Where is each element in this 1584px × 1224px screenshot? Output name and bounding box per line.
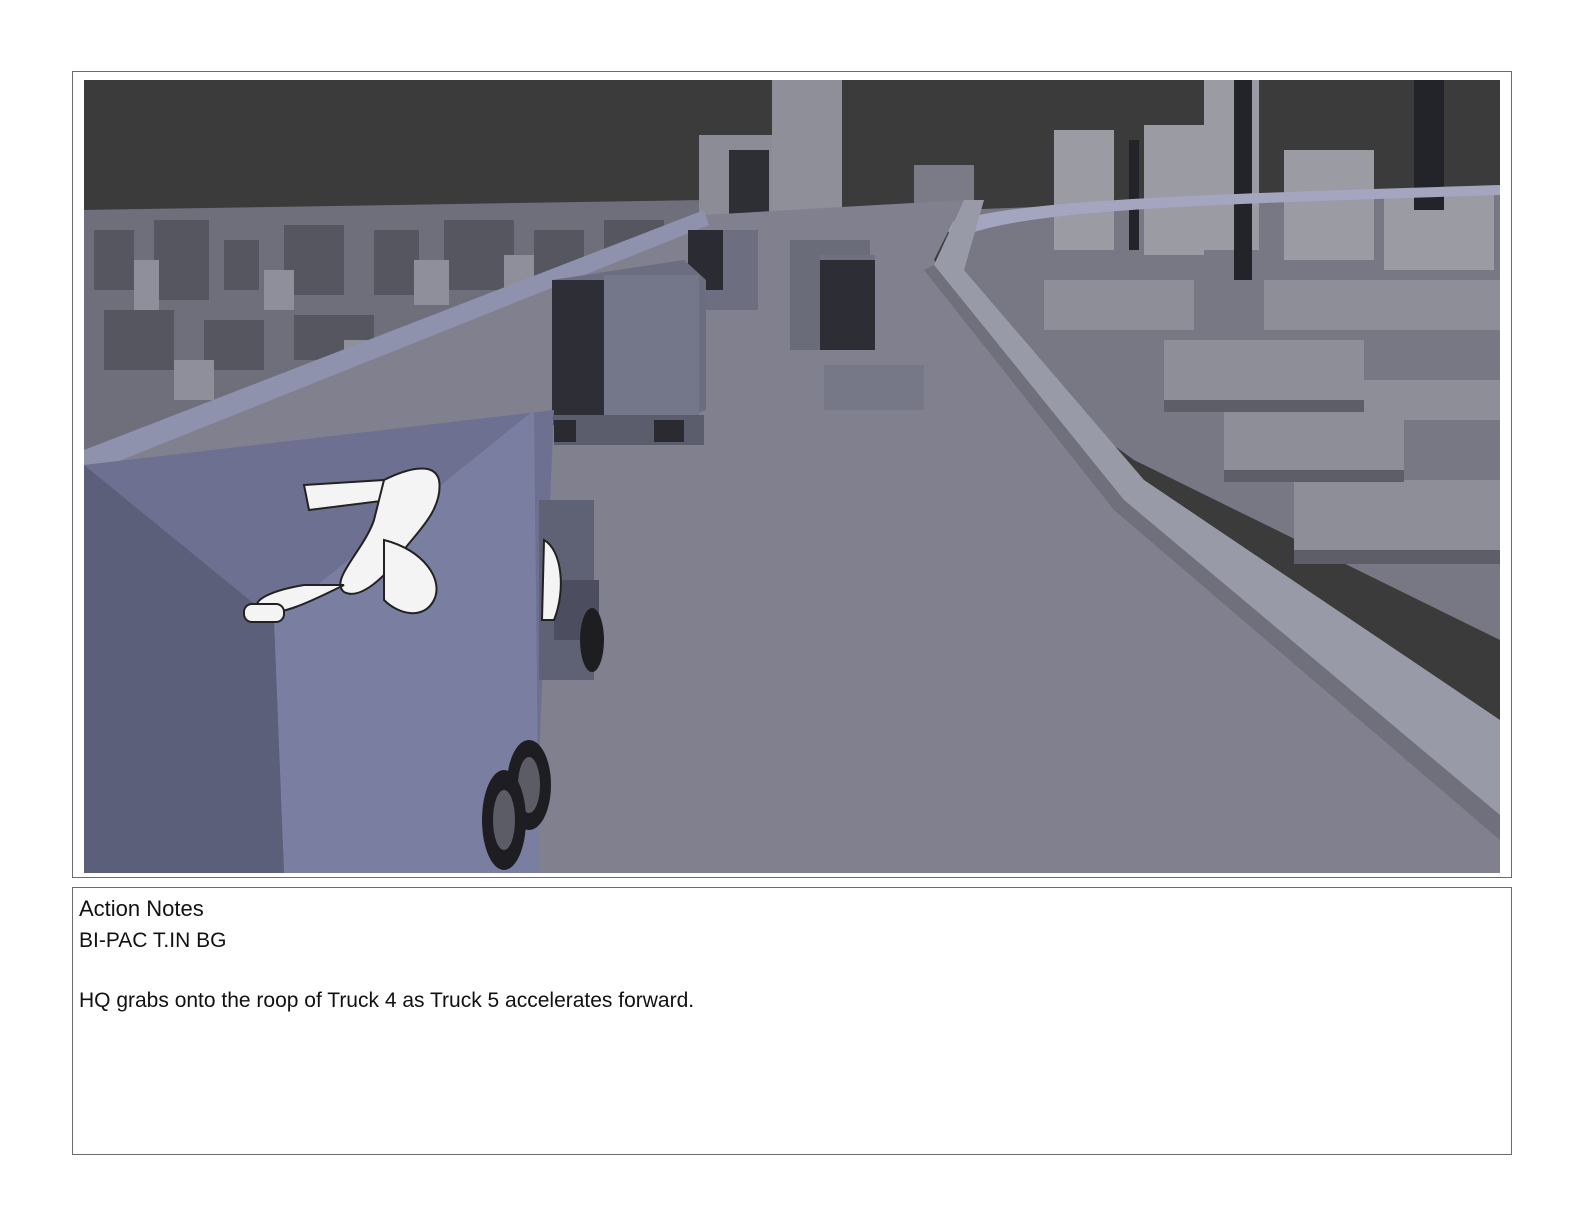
storyboard-panel-image <box>84 80 1500 873</box>
truck-mid <box>552 260 706 445</box>
storyboard-panel-frame <box>72 71 1512 878</box>
highway-truck-scene-illustration <box>84 80 1500 873</box>
action-notes-heading: Action Notes <box>79 896 204 921</box>
tower-b <box>772 80 842 220</box>
action-notes-box: Action Notes BI-PAC T.IN BG HQ grabs ont… <box>72 887 1512 1155</box>
shot-code: BI-PAC T.IN BG <box>79 929 227 952</box>
action-description: HQ grabs onto the roop of Truck 4 as Tru… <box>79 989 695 1012</box>
